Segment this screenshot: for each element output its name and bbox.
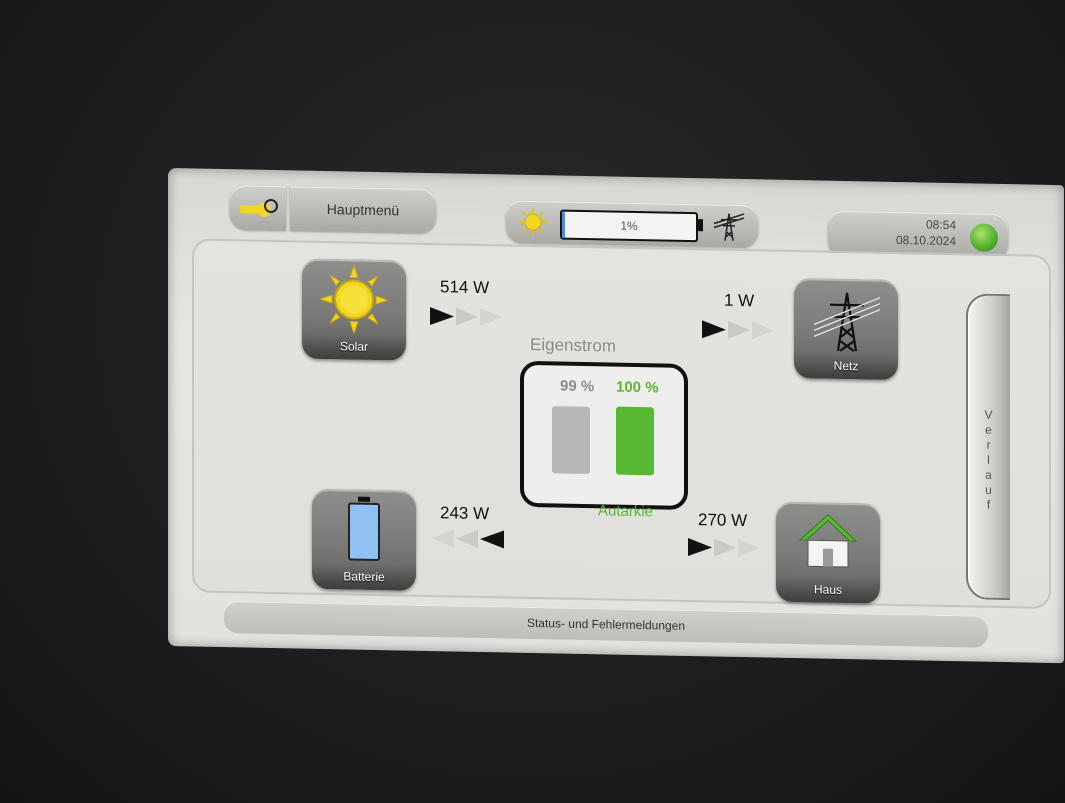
solar-label: Solar xyxy=(339,339,368,354)
key-icon xyxy=(240,198,278,217)
globe-icon[interactable] xyxy=(970,223,998,252)
status-messages-label: Status- und Fehlermeldungen xyxy=(526,615,686,633)
power-tower-icon xyxy=(713,213,745,241)
batterie-tile[interactable]: Batterie xyxy=(312,488,416,591)
display-screen: Hauptmenü 1% 08:54 08.10.2024 Solar 514 … xyxy=(168,168,1064,664)
solar-power-value: 514 W xyxy=(440,277,490,298)
autarkie-bar-track xyxy=(616,406,654,476)
power-tower-icon xyxy=(813,292,881,353)
batterie-flow-arrows xyxy=(432,529,504,549)
battery-level-bar: 1% xyxy=(560,209,698,243)
autarkie-percent: 100 % xyxy=(616,378,659,397)
main-menu-button[interactable]: Hauptmenü xyxy=(290,186,436,234)
battery-terminal xyxy=(698,219,703,232)
house-icon xyxy=(798,513,858,568)
energy-status-pill: 1% xyxy=(506,200,758,248)
solar-flow-arrows xyxy=(430,307,502,326)
verlauf-label: Verlauf xyxy=(984,407,994,512)
netz-label: Netz xyxy=(833,358,859,374)
eigenverbrauch-bar-track xyxy=(552,405,590,475)
autarkie-caption: Autarkie xyxy=(598,502,654,521)
sun-icon xyxy=(519,207,547,237)
sun-icon xyxy=(320,264,388,335)
haus-label: Haus xyxy=(813,582,842,597)
netz-power-value: 1 W xyxy=(724,290,755,311)
battery-icon xyxy=(348,496,380,562)
main-menu-label: Hauptmenü xyxy=(326,201,400,219)
autarkie-bar xyxy=(616,406,654,476)
netz-flow-arrows xyxy=(702,320,774,340)
clock-date: 08.10.2024 xyxy=(895,232,956,249)
eigenstrom-title: Eigenstrom xyxy=(530,334,616,356)
eigenstrom-box[interactable]: 99 % 100 % xyxy=(520,360,688,510)
solar-tile[interactable]: Solar xyxy=(302,258,406,361)
batterie-label: Batterie xyxy=(343,569,385,585)
batterie-power-value: 243 W xyxy=(440,503,490,524)
haus-power-value: 270 W xyxy=(698,510,748,531)
login-key-button[interactable] xyxy=(230,185,286,231)
haus-flow-arrows xyxy=(688,537,760,557)
haus-tile[interactable]: Haus xyxy=(776,501,880,604)
battery-level-label: 1% xyxy=(620,218,638,234)
netz-tile[interactable]: Netz xyxy=(794,278,898,381)
status-messages-bar[interactable]: Status- und Fehlermeldungen xyxy=(224,601,988,648)
clock-time: 08:54 xyxy=(925,217,956,233)
verlauf-tab[interactable]: Verlauf xyxy=(966,293,1010,601)
eigenverbrauch-bar xyxy=(552,406,590,475)
eigenverbrauch-percent: 99 % xyxy=(560,377,595,396)
